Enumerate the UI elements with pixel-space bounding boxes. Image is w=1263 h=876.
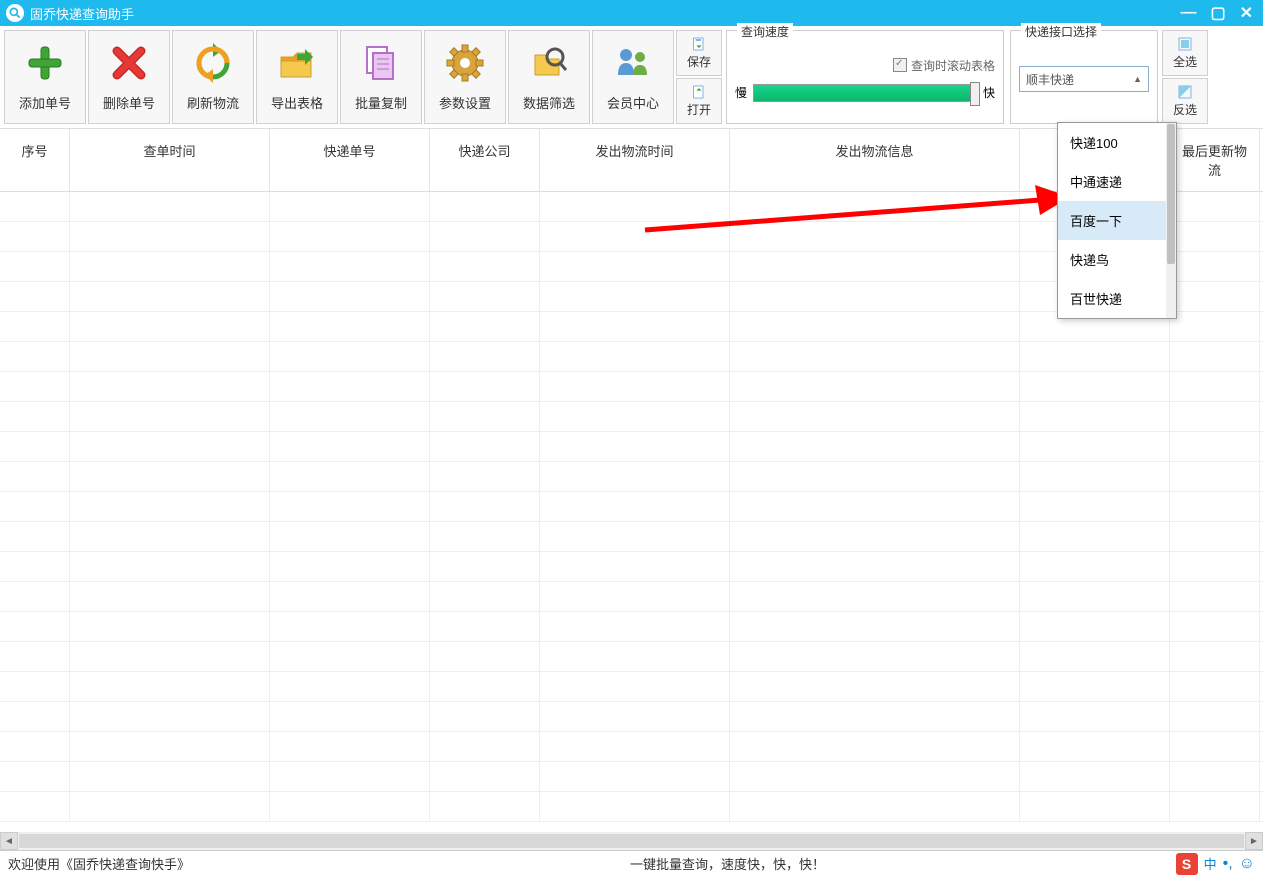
col-courier[interactable]: 快递公司 [430,129,540,191]
dropdown-scrollbar[interactable] [1166,123,1176,318]
table-row[interactable] [0,462,1263,492]
ime-punct-icon[interactable]: •, [1223,855,1233,873]
col-send-info[interactable]: 发出物流信息 [730,129,1020,191]
open-button[interactable]: 打开 [676,78,722,124]
save-button[interactable]: 保存 [676,30,722,76]
api-dropdown[interactable]: 顺丰快递 ▲ [1019,66,1149,92]
select-all-icon [1177,36,1193,52]
filter-button[interactable]: 数据筛选 [508,30,590,124]
slider-thumb[interactable] [970,82,980,106]
invert-selection-button[interactable]: 反选 [1162,78,1208,124]
app-icon [6,4,24,22]
member-center-button[interactable]: 会员中心 [592,30,674,124]
plus-icon [25,43,65,83]
table-row[interactable] [0,552,1263,582]
maximize-button[interactable]: ▢ [1210,3,1225,23]
toolbar: 添加单号 删除单号 刷新物流 导出表格 批量复制 参数设置 数据筛选 会员中心 … [0,26,1263,129]
refresh-button[interactable]: 刷新物流 [172,30,254,124]
select-all-button[interactable]: 全选 [1162,30,1208,76]
table-row[interactable] [0,432,1263,462]
api-dropdown-list[interactable]: 快递100中通速递百度一下快递鸟百世快递 [1057,122,1177,319]
api-groupbox: 快递接口选择 顺丰快递 ▲ [1010,30,1158,124]
table-row[interactable] [0,492,1263,522]
app-title: 固乔快递查询助手 [30,4,134,23]
status-welcome: 欢迎使用《固乔快递查询快手》 [8,854,190,873]
batch-copy-button[interactable]: 批量复制 [340,30,422,124]
dropdown-option[interactable]: 百世快递 [1058,279,1176,318]
speed-slider[interactable] [753,84,977,102]
ime-sogou-icon[interactable]: S [1176,853,1198,875]
checkbox-icon [893,58,907,72]
table-row[interactable] [0,612,1263,642]
table-row[interactable] [0,672,1263,702]
table-row[interactable] [0,762,1263,792]
ime-mode[interactable]: 中 [1204,854,1217,873]
col-tracking-no[interactable]: 快递单号 [270,129,430,191]
delete-number-button[interactable]: 删除单号 [88,30,170,124]
col-last-update[interactable]: 最后更新物流 [1170,129,1260,191]
open-icon [691,84,707,100]
speed-legend: 查询速度 [737,23,793,40]
users-icon [613,43,653,83]
table-row[interactable] [0,342,1263,372]
add-number-button[interactable]: 添加单号 [4,30,86,124]
dropdown-option[interactable]: 中通速递 [1058,162,1176,201]
table-row[interactable] [0,582,1263,612]
scroll-left-button[interactable]: ◄ [0,832,18,850]
horizontal-scrollbar[interactable]: ◄ ► [0,832,1263,850]
save-icon [691,36,707,52]
col-send-time[interactable]: 发出物流时间 [540,129,730,191]
invert-icon [1177,84,1193,100]
slow-label: 慢 [735,84,747,101]
dropdown-option[interactable]: 快递100 [1058,123,1176,162]
col-seq[interactable]: 序号 [0,129,70,191]
gear-icon [445,43,485,83]
api-legend: 快递接口选择 [1021,23,1101,40]
scroll-checkbox[interactable]: 查询时滚动表格 [735,57,995,74]
speed-groupbox: 查询速度 查询时滚动表格 慢 快 [726,30,1004,124]
dropdown-option[interactable]: 百度一下 [1058,201,1176,240]
fast-label: 快 [983,84,995,101]
table-row[interactable] [0,402,1263,432]
filter-icon [529,43,569,83]
table-row[interactable] [0,642,1263,672]
col-query-time[interactable]: 查单时间 [70,129,270,191]
chevron-up-icon: ▲ [1133,74,1142,84]
refresh-icon [193,43,233,83]
delete-icon [109,43,149,83]
statusbar: 欢迎使用《固乔快递查询快手》 一键批量查询，速度快，快，快！ S 中 •, ☺ [0,850,1263,876]
copy-icon [361,43,401,83]
table-row[interactable] [0,522,1263,552]
export-icon [277,43,317,83]
table-row[interactable] [0,702,1263,732]
ime-face-icon[interactable]: ☺ [1239,855,1255,873]
status-center: 一键批量查询，速度快，快，快！ [630,854,825,873]
table-row[interactable] [0,372,1263,402]
scroll-right-button[interactable]: ► [1245,832,1263,850]
export-button[interactable]: 导出表格 [256,30,338,124]
table-row[interactable] [0,792,1263,822]
close-button[interactable]: ✕ [1240,3,1253,23]
scroll-track[interactable] [19,834,1244,848]
minimize-button[interactable]: — [1180,4,1196,22]
api-selected-text: 顺丰快递 [1026,71,1074,88]
dropdown-option[interactable]: 快递鸟 [1058,240,1176,279]
settings-button[interactable]: 参数设置 [424,30,506,124]
table-row[interactable] [0,732,1263,762]
